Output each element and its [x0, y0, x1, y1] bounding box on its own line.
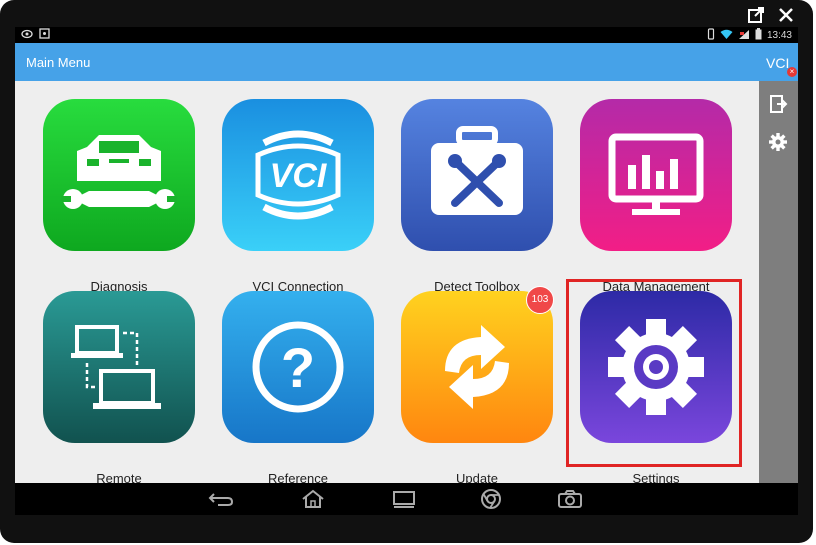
browser-icon[interactable]	[477, 487, 505, 511]
status-time: 13:43	[766, 29, 792, 41]
device-frame: 13:43 Main Menu VCI × Diagnosis VCI VCI …	[0, 0, 813, 543]
exit-icon[interactable]	[767, 93, 789, 115]
nav-bar	[15, 483, 798, 515]
signal-icon	[738, 29, 750, 43]
screenshot-icon	[39, 28, 50, 42]
wifi-icon	[720, 29, 733, 43]
vci-label: VCI	[766, 55, 790, 71]
update-tile[interactable]	[401, 291, 553, 443]
vci-connection-tile[interactable]: VCI	[222, 99, 374, 251]
app-header: Main Menu	[15, 43, 759, 81]
window-controls	[745, 4, 797, 26]
eye-icon	[21, 29, 33, 42]
update-count-badge: 103	[526, 286, 554, 314]
data-management-tile[interactable]	[580, 99, 732, 251]
svg-text:?: ?	[281, 336, 315, 399]
svg-text:VCI: VCI	[270, 157, 328, 195]
reference-tile[interactable]: ?	[222, 291, 374, 443]
diagnosis-tile[interactable]	[43, 99, 195, 251]
close-icon[interactable]	[775, 4, 797, 26]
device-screen: 13:43 Main Menu VCI × Diagnosis VCI VCI …	[15, 27, 798, 515]
remote-tile[interactable]	[43, 291, 195, 443]
side-panel: VCI ×	[759, 43, 798, 483]
gear-icon[interactable]	[767, 131, 789, 153]
main-menu-grid: Diagnosis VCI VCI Connection Detect Tool…	[15, 81, 759, 486]
popout-icon[interactable]	[745, 4, 767, 26]
detect-toolbox-tile[interactable]	[401, 99, 553, 251]
vibrate-icon	[707, 28, 715, 43]
selection-highlight	[566, 279, 742, 467]
vci-status-button[interactable]: VCI ×	[759, 43, 798, 81]
battery-icon	[755, 28, 762, 43]
home-icon[interactable]	[299, 487, 327, 511]
recents-icon[interactable]	[390, 487, 418, 511]
page-title: Main Menu	[26, 55, 91, 70]
back-icon[interactable]	[207, 487, 235, 511]
camera-icon[interactable]	[556, 487, 584, 511]
status-bar: 13:43	[15, 27, 798, 43]
vci-disconnected-icon: ×	[787, 67, 797, 77]
